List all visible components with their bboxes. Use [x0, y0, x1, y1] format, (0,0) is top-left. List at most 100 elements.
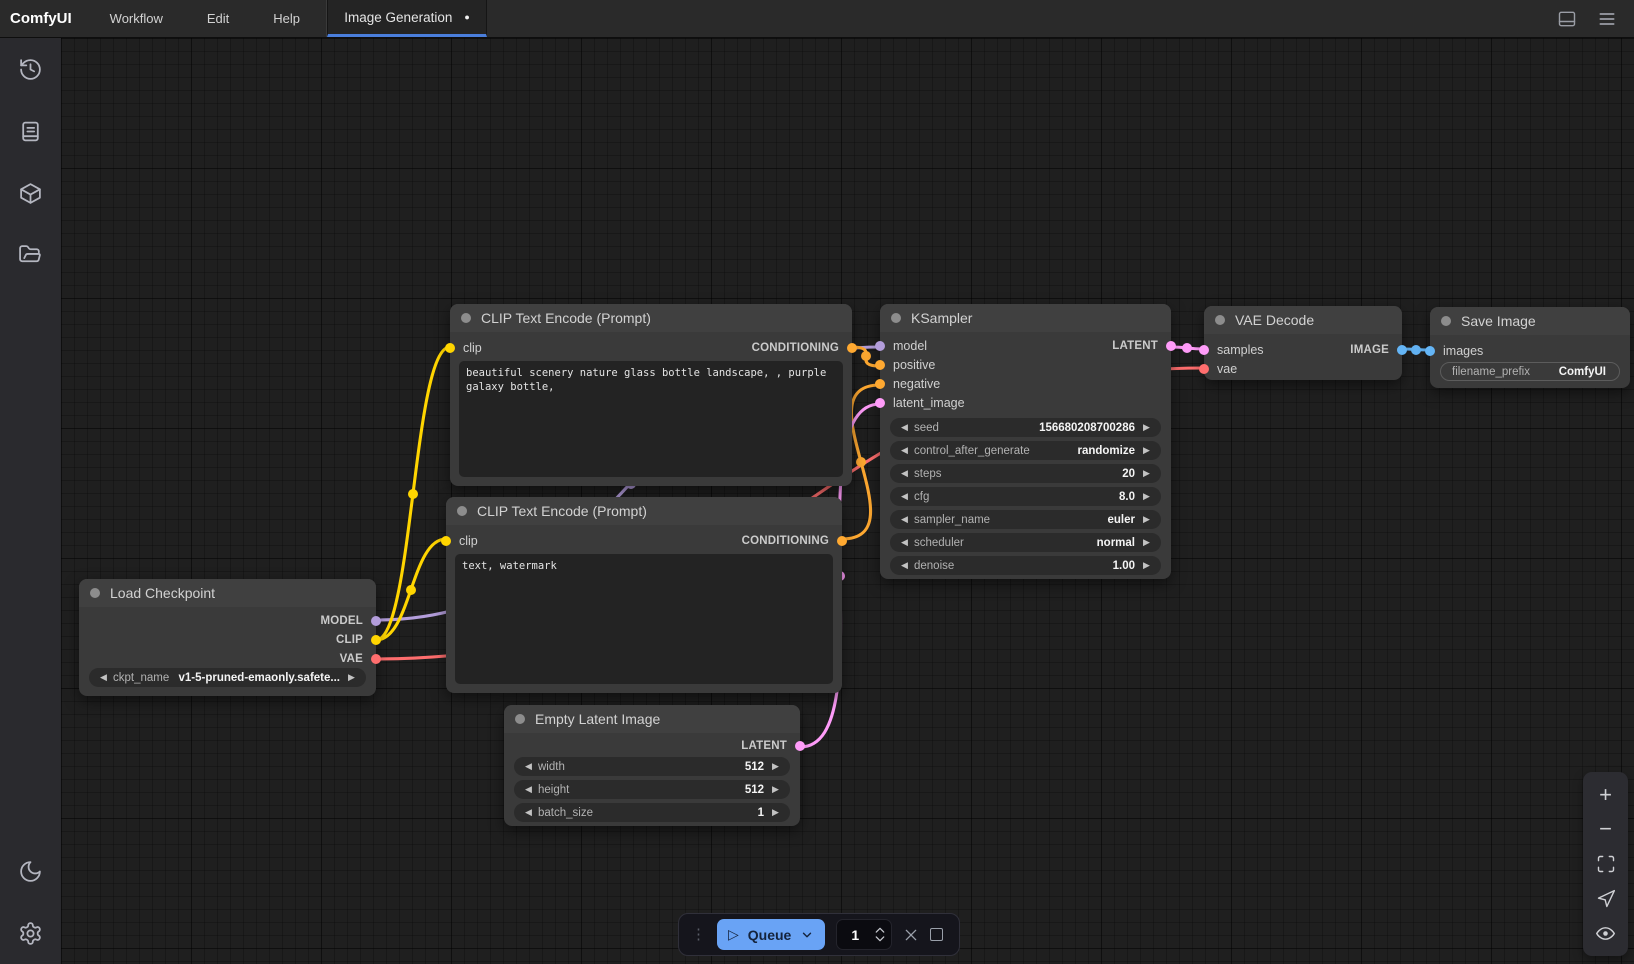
stepper-up-icon[interactable]: [875, 927, 885, 933]
hamburger-menu-icon[interactable]: [1596, 8, 1618, 30]
clip-output-port[interactable]: [371, 635, 381, 645]
zoom-out-icon[interactable]: −: [1594, 817, 1618, 841]
denoise-widget[interactable]: ◀ denoise 1.00 ▶: [890, 556, 1161, 575]
collapse-dot[interactable]: [457, 506, 467, 516]
samples-input-port[interactable]: [1199, 345, 1209, 355]
decrement-arrow-icon[interactable]: ◀: [898, 492, 911, 501]
decrement-arrow-icon[interactable]: ◀: [522, 808, 535, 817]
queue-history-icon[interactable]: [0, 38, 61, 100]
node-library-icon[interactable]: [0, 100, 61, 162]
node-header[interactable]: KSampler: [880, 304, 1171, 332]
interrupt-stop-icon[interactable]: [930, 928, 943, 941]
collapse-dot[interactable]: [891, 313, 901, 323]
increment-arrow-icon[interactable]: ▶: [769, 762, 782, 771]
control-after-generate-widget[interactable]: ◀ control_after_generate randomize ▶: [890, 441, 1161, 460]
model-library-icon[interactable]: [0, 162, 61, 224]
collapse-dot[interactable]: [515, 714, 525, 724]
steps-widget[interactable]: ◀ steps 20 ▶: [890, 464, 1161, 483]
seed-widget[interactable]: ◀ seed 156680208700286 ▶: [890, 418, 1161, 437]
decrement-arrow-icon[interactable]: ◀: [898, 538, 911, 547]
filename-prefix-widget[interactable]: filename_prefix ComfyUI: [1440, 362, 1620, 381]
height-widget[interactable]: ◀ height 512 ▶: [514, 780, 790, 799]
collapse-dot[interactable]: [461, 313, 471, 323]
batch-count-input[interactable]: 1: [836, 919, 892, 950]
settings-gear-icon[interactable]: [0, 902, 61, 964]
menu-workflow[interactable]: Workflow: [88, 0, 185, 37]
collapse-dot[interactable]: [90, 588, 100, 598]
decrement-arrow-icon[interactable]: ◀: [898, 561, 911, 570]
ckpt-name-widget[interactable]: ◀ ckpt_name v1-5-pruned-emaonly.safete..…: [89, 668, 366, 687]
model-input-port[interactable]: [875, 341, 885, 351]
node-header[interactable]: VAE Decode: [1204, 306, 1402, 334]
clear-queue-x-icon[interactable]: [903, 927, 919, 943]
model-output-port[interactable]: [371, 616, 381, 626]
image-output-port[interactable]: [1397, 345, 1407, 355]
increment-arrow-icon[interactable]: ▶: [769, 808, 782, 817]
batch-count-stepper[interactable]: [875, 927, 885, 942]
decrement-arrow-icon[interactable]: ◀: [898, 515, 911, 524]
latent-output-port[interactable]: [1166, 341, 1176, 351]
increment-arrow-icon[interactable]: ▶: [769, 785, 782, 794]
node-empty-latent-image[interactable]: Empty Latent Image LATENT ◀ width 512 ▶ …: [504, 705, 800, 826]
increment-arrow-icon[interactable]: ▶: [1140, 469, 1153, 478]
bottom-panel-toggle-icon[interactable]: [1556, 8, 1578, 30]
decrement-arrow-icon[interactable]: ◀: [898, 446, 911, 455]
vae-input-port[interactable]: [1199, 364, 1209, 374]
decrement-arrow-icon[interactable]: ◀: [522, 762, 535, 771]
node-graph-canvas[interactable]: [61, 38, 1634, 964]
increment-arrow-icon[interactable]: ▶: [1140, 515, 1153, 524]
node-load-checkpoint[interactable]: Load Checkpoint MODEL CLIP VAE ◀ ckpt_na…: [79, 579, 376, 696]
workflows-folder-icon[interactable]: [0, 224, 61, 286]
conditioning-output-port[interactable]: [837, 536, 847, 546]
positive-input-port[interactable]: [875, 360, 885, 370]
increment-arrow-icon[interactable]: ▶: [1140, 446, 1153, 455]
drag-handle-icon[interactable]: ⋮: [691, 927, 706, 942]
node-ksampler[interactable]: KSampler model LATENT positive negative …: [880, 304, 1171, 579]
node-save-image[interactable]: Save Image images filename_prefix ComfyU…: [1430, 307, 1630, 388]
node-clip-text-encode-negative[interactable]: CLIP Text Encode (Prompt) clip CONDITION…: [446, 497, 842, 693]
node-header[interactable]: Save Image: [1430, 307, 1630, 335]
zoom-in-icon[interactable]: +: [1594, 783, 1618, 807]
scheduler-widget[interactable]: ◀ scheduler normal ▶: [890, 533, 1161, 552]
decrement-arrow-icon[interactable]: ◀: [898, 423, 911, 432]
increment-arrow-icon[interactable]: ▶: [1140, 423, 1153, 432]
cfg-widget[interactable]: ◀ cfg 8.0 ▶: [890, 487, 1161, 506]
menu-edit[interactable]: Edit: [185, 0, 251, 37]
queue-options-chevron-icon[interactable]: [800, 928, 814, 942]
node-header[interactable]: CLIP Text Encode (Prompt): [450, 304, 852, 332]
queue-button[interactable]: ▷ Queue: [717, 919, 825, 950]
conditioning-output-port[interactable]: [847, 343, 857, 353]
toggle-visibility-eye-icon[interactable]: [1594, 921, 1618, 945]
node-header[interactable]: Empty Latent Image: [504, 705, 800, 733]
tab-image-generation[interactable]: Image Generation ●: [327, 0, 487, 37]
node-header[interactable]: Load Checkpoint: [79, 579, 376, 607]
batch-size-widget[interactable]: ◀ batch_size 1 ▶: [514, 803, 790, 822]
images-input-port[interactable]: [1425, 346, 1435, 356]
increment-arrow-icon[interactable]: ▶: [345, 673, 358, 682]
vae-output-port[interactable]: [371, 654, 381, 664]
clip-input-port[interactable]: [441, 536, 451, 546]
negative-prompt-text[interactable]: text, watermark: [455, 554, 833, 684]
theme-toggle-moon-icon[interactable]: [0, 840, 61, 902]
node-clip-text-encode-positive[interactable]: CLIP Text Encode (Prompt) clip CONDITION…: [450, 304, 852, 486]
stepper-down-icon[interactable]: [875, 936, 885, 942]
increment-arrow-icon[interactable]: ▶: [1140, 492, 1153, 501]
collapse-dot[interactable]: [1441, 316, 1451, 326]
increment-arrow-icon[interactable]: ▶: [1140, 561, 1153, 570]
node-vae-decode[interactable]: VAE Decode samples IMAGE vae: [1204, 306, 1402, 380]
width-widget[interactable]: ◀ width 512 ▶: [514, 757, 790, 776]
select-mode-arrow-icon[interactable]: [1594, 887, 1618, 911]
node-header[interactable]: CLIP Text Encode (Prompt): [446, 497, 842, 525]
clip-input-port[interactable]: [445, 343, 455, 353]
decrement-arrow-icon[interactable]: ◀: [97, 673, 110, 682]
sampler-name-widget[interactable]: ◀ sampler_name euler ▶: [890, 510, 1161, 529]
positive-prompt-text[interactable]: beautiful scenery nature glass bottle la…: [459, 361, 843, 477]
menu-help[interactable]: Help: [251, 0, 322, 37]
decrement-arrow-icon[interactable]: ◀: [898, 469, 911, 478]
decrement-arrow-icon[interactable]: ◀: [522, 785, 535, 794]
latent-output-port[interactable]: [795, 741, 805, 751]
fit-view-icon[interactable]: [1594, 852, 1618, 876]
latent-image-input-port[interactable]: [875, 398, 885, 408]
negative-input-port[interactable]: [875, 379, 885, 389]
increment-arrow-icon[interactable]: ▶: [1140, 538, 1153, 547]
